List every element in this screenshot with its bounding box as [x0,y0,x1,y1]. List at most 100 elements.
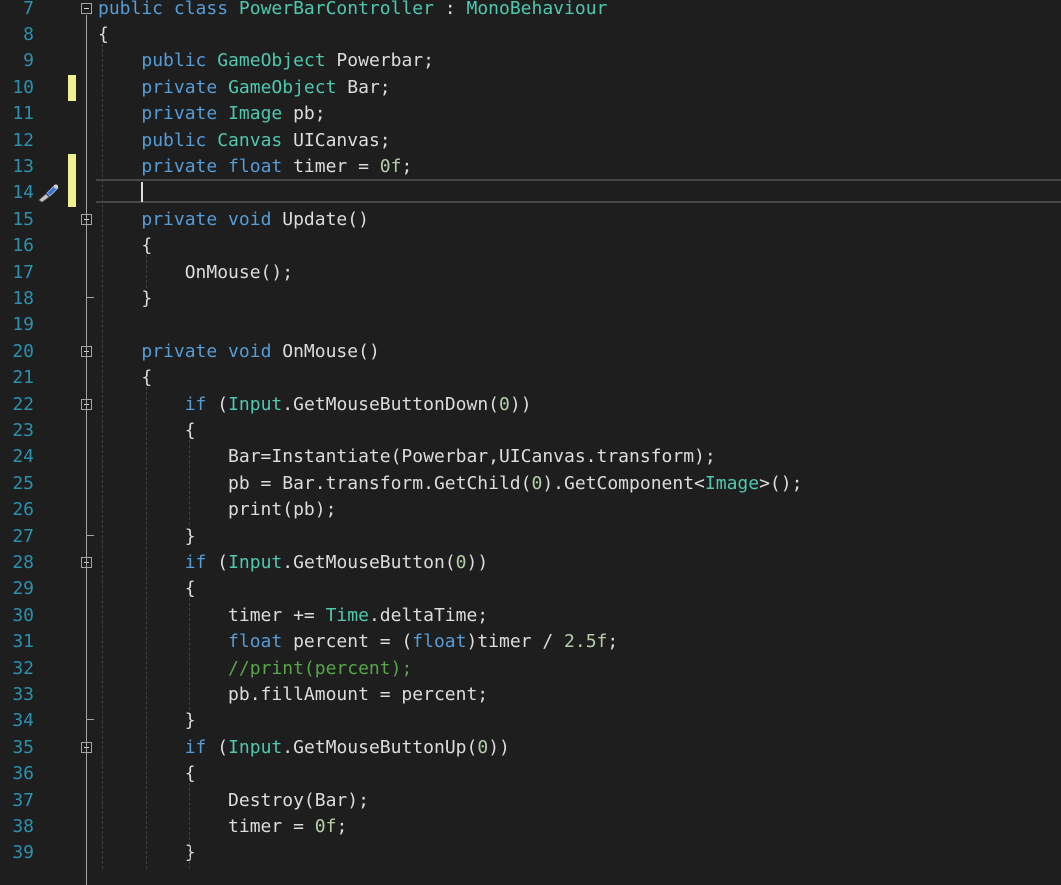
code-line[interactable]: 15 private void Update() [0,207,1061,233]
code-token: timer = [98,815,315,837]
code-line[interactable]: 28 if (Input.GetMouseButton(0)) [0,550,1061,576]
code-text[interactable]: private void OnMouse() [98,339,380,365]
code-text[interactable]: if (Input.GetMouseButtonUp(0)) [98,735,510,761]
code-line[interactable]: 25 pb = Bar.transform.GetChild(0).GetCom… [0,471,1061,497]
code-text[interactable]: { [98,22,109,48]
quick-action-brush-icon[interactable] [36,183,64,203]
line-number: 22 [12,393,34,415]
code-text[interactable]: pb.fillAmount = percent; [98,682,488,708]
current-line-highlight [96,179,1061,203]
code-token: ; [401,155,413,177]
code-editor[interactable]: 7 public class PowerBarController : MonoB… [0,0,1061,885]
code-line[interactable]: 32 //print(percent); [0,656,1061,682]
code-text[interactable]: public Canvas UICanvas; [98,128,391,154]
code-line[interactable]: 35 if (Input.GetMouseButtonUp(0)) [0,735,1061,761]
code-token: Powerbar; [325,50,434,72]
line-number: 33 [12,683,34,705]
code-token: timer += [98,604,326,626]
code-line[interactable]: 18 } [0,286,1061,312]
code-text[interactable]: private Image pb; [98,101,325,127]
code-text[interactable]: timer = 0f; [98,814,347,840]
code-line[interactable]: 38 timer = 0f; [0,814,1061,840]
code-text[interactable]: private GameObject Bar; [98,75,390,101]
code-token: .GetMouseButton( [282,551,456,573]
code-line[interactable]: 39 } [0,840,1061,866]
code-token: Update() [271,208,369,230]
outline-bracket-end [86,534,94,536]
code-token: if [184,551,207,573]
code-text[interactable]: { [98,233,152,259]
line-number: 7 [23,0,34,19]
code-token: pb.fillAmount = percent; [98,683,489,705]
code-text[interactable]: pb = Bar.transform.GetChild(0).GetCompon… [98,471,802,497]
line-number: 38 [12,815,34,837]
indent-guide [189,598,190,711]
code-token: ( [206,393,229,415]
line-number: 34 [12,710,34,732]
code-line[interactable]: 26 print(pb); [0,497,1061,523]
code-line[interactable]: 22 if (Input.GetMouseButtonDown(0)) [0,392,1061,418]
code-line[interactable]: 17 OnMouse(); [0,260,1061,286]
code-token: 0f [314,815,337,837]
code-token: 0 [531,472,543,494]
code-token: percent = ( [282,631,413,653]
code-text[interactable]: Bar=Instantiate(Powerbar,UICanvas.transf… [98,444,716,470]
code-text[interactable]: OnMouse(); [98,260,293,286]
code-text[interactable]: if (Input.GetMouseButtonDown(0)) [98,392,532,418]
code-line[interactable]: 19 [0,312,1061,338]
code-token: Image [228,103,283,125]
code-token: ; [336,815,348,837]
code-text[interactable]: timer += Time.deltaTime; [98,603,488,629]
line-number: 39 [12,842,34,864]
code-line[interactable]: 37 Destroy(Bar); [0,788,1061,814]
code-line[interactable]: 33 pb.fillAmount = percent; [0,682,1061,708]
code-token: UICanvas; [282,129,391,151]
code-line[interactable]: 27 } [0,524,1061,550]
code-token: private void [141,208,272,230]
code-line[interactable]: 24 Bar=Instantiate(Powerbar,UICanvas.tra… [0,444,1061,470]
code-line[interactable]: 16 { [0,233,1061,259]
code-line[interactable]: 23 { [0,418,1061,444]
code-text[interactable]: private void Update() [98,207,369,233]
code-token: Bar=Instantiate(Powerbar,UICanvas.transf… [98,446,716,468]
code-line[interactable]: 9 public GameObject Powerbar; [0,48,1061,74]
code-line[interactable]: 36 { [0,761,1061,787]
code-token: OnMouse(); [98,261,294,283]
code-text[interactable]: private float timer = 0f; [98,154,412,180]
code-text[interactable]: { [98,365,152,391]
outline-bracket [86,410,87,535]
code-line[interactable]: 29 { [0,576,1061,602]
code-line[interactable]: 13 private float timer = 0f; [0,153,1061,181]
collapse-icon[interactable] [81,2,92,14]
code-line[interactable]: 20 private void OnMouse() [0,339,1061,365]
code-token: OnMouse() [271,340,380,362]
code-token: 0 [455,551,467,573]
code-line[interactable]: 8{ [0,22,1061,48]
code-text[interactable]: if (Input.GetMouseButton(0)) [98,550,488,576]
line-number: 8 [23,23,34,45]
code-line[interactable]: 7 public class PowerBarController : MonoB… [0,0,1061,22]
code-text[interactable]: float percent = (float)timer / 2.5f; [98,629,618,655]
code-token: 0 [499,393,510,415]
code-line[interactable]: 30 timer += Time.deltaTime; [0,603,1061,629]
code-text[interactable]: public class PowerBarController : MonoBe… [98,0,607,22]
code-text[interactable]: public GameObject Powerbar; [98,48,434,74]
code-text[interactable]: Destroy(Bar); [98,788,369,814]
code-text[interactable]: } [98,286,152,312]
line-number: 29 [12,578,34,600]
line-number: 12 [12,129,34,151]
code-token: { [98,23,109,45]
change-marker [68,180,76,207]
code-line[interactable]: 11 private Image pb; [0,101,1061,127]
code-line[interactable]: 10 private GameObject Bar; [0,74,1061,102]
code-token: public class [98,0,239,19]
code-text[interactable]: print(pb); [98,497,336,523]
code-token: //print(percent); [228,657,413,679]
code-line[interactable]: 21 { [0,365,1061,391]
code-token: Input [228,393,283,415]
code-line[interactable]: 31 float percent = (float)timer / 2.5f; [0,629,1061,655]
code-line[interactable]: 34 } [0,708,1061,734]
code-line[interactable]: 12 public Canvas UICanvas; [0,128,1061,154]
